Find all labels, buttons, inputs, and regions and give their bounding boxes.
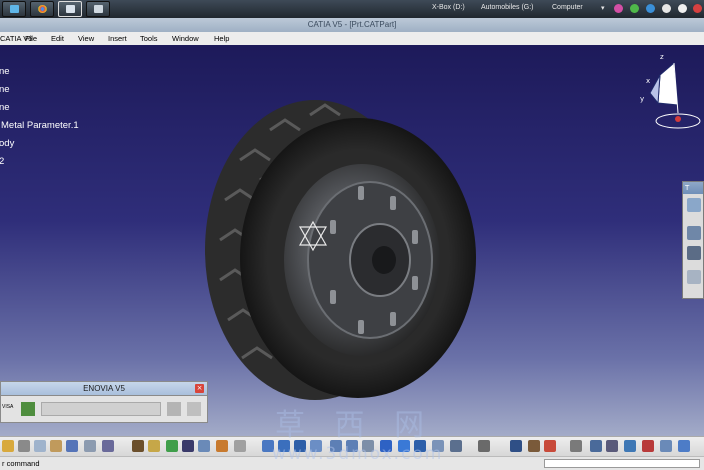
tray-expand-arrow[interactable]: ▾	[601, 4, 605, 12]
whats-this-icon[interactable]	[102, 440, 114, 452]
tray-bluetooth-icon[interactable]	[646, 4, 655, 13]
select-icon[interactable]	[216, 440, 228, 452]
coordinate-icon[interactable]	[590, 440, 602, 452]
measure-icon[interactable]	[166, 440, 178, 452]
floppy-icon	[94, 5, 103, 13]
explorer-icon	[10, 5, 19, 13]
enovia-toolbar-panel: ENOVIA V5 × VISA	[0, 381, 208, 423]
rotate-icon[interactable]	[310, 440, 322, 452]
plane-icon[interactable]	[544, 440, 556, 452]
zoom-in-icon[interactable]	[330, 440, 342, 452]
windows-taskbar: X-Box (D:) Automobiles (G:) Computer ▾	[0, 0, 704, 18]
taskbar-button-catia[interactable]	[58, 1, 82, 17]
analysis-icon[interactable]	[642, 440, 654, 452]
toolbar-sketch-icon[interactable]	[687, 198, 701, 212]
update-icon[interactable]	[478, 440, 490, 452]
pan-icon[interactable]	[294, 440, 306, 452]
numeric-scale-icon[interactable]	[606, 440, 618, 452]
tray-app-icon[interactable]	[614, 4, 623, 13]
chrome-icon	[38, 5, 47, 13]
toolbar-body-icon[interactable]	[687, 226, 701, 240]
cut-icon[interactable]	[18, 440, 30, 452]
enovia-visa-label: VISA	[2, 404, 14, 410]
swap-space-icon[interactable]	[450, 440, 462, 452]
iso-view-icon[interactable]	[380, 440, 392, 452]
axis-icon[interactable]	[570, 440, 582, 452]
toolbar-snap-icon[interactable]	[687, 270, 701, 284]
tree-item-plane-1[interactable]: ne	[0, 66, 10, 77]
zoom-out-icon[interactable]	[346, 440, 358, 452]
compass-label-x: x	[646, 77, 650, 85]
hide-show-icon[interactable]	[432, 440, 444, 452]
fly-icon[interactable]	[262, 440, 274, 452]
material-icon[interactable]	[528, 440, 540, 452]
menu-window[interactable]: Window	[172, 33, 199, 44]
menu-edit[interactable]: Edit	[51, 33, 64, 44]
catalog-icon[interactable]	[660, 440, 672, 452]
formula-icon[interactable]	[132, 440, 144, 452]
tray-power-icon[interactable]	[678, 4, 687, 13]
axis-system-icon[interactable]	[296, 219, 330, 253]
eraser-icon[interactable]	[678, 440, 690, 452]
redo-icon[interactable]	[84, 440, 96, 452]
drive-x-box[interactable]: X-Box (D:)	[432, 4, 465, 11]
taskbar-button-chrome[interactable]	[30, 1, 54, 17]
menu-view[interactable]: View	[78, 33, 94, 44]
menu-file[interactable]: File	[25, 33, 37, 44]
menu-help[interactable]: Help	[214, 33, 229, 44]
paste-icon[interactable]	[50, 440, 62, 452]
menu-insert[interactable]: Insert	[108, 33, 127, 44]
enovia-header[interactable]: ENOVIA V5 ×	[1, 382, 207, 396]
table-icon[interactable]	[182, 440, 194, 452]
right-floating-toolbar: T	[682, 181, 704, 299]
shading-icon[interactable]	[414, 440, 426, 452]
new-icon[interactable]	[2, 440, 14, 452]
toolbar-pattern-icon[interactable]	[687, 246, 701, 260]
tree-item-plane-3[interactable]: ne	[0, 102, 10, 113]
normal-view-icon[interactable]	[362, 440, 374, 452]
fit-all-icon[interactable]	[278, 440, 290, 452]
view-mode-icon[interactable]	[398, 440, 410, 452]
bottom-toolbar	[0, 436, 704, 457]
window-title-bar: CATIA V5 - [Prt.CATPart]	[0, 18, 704, 32]
enovia-settings-icon[interactable]	[187, 402, 201, 416]
hub-center	[372, 246, 396, 274]
undo-icon[interactable]	[66, 440, 78, 452]
status-bar: r command	[0, 456, 704, 470]
enovia-close-button[interactable]: ×	[195, 384, 204, 393]
tree-item-plane-2[interactable]: ne	[0, 84, 10, 95]
right-toolbar-title[interactable]: T	[683, 182, 703, 194]
tree-item-6[interactable]: 2	[0, 156, 4, 167]
status-text: r command	[2, 459, 40, 468]
window-title: CATIA V5 - [Prt.CATPart]	[307, 20, 397, 29]
taskbar-button-save[interactable]	[86, 1, 110, 17]
taskbar-button-explorer[interactable]	[2, 1, 26, 17]
tree-item-part-body[interactable]: ody	[0, 138, 14, 149]
enovia-refresh-icon[interactable]	[21, 402, 35, 416]
drive-automobiles[interactable]: Automobiles (G:)	[481, 4, 534, 11]
hide-icon[interactable]	[234, 440, 246, 452]
tray-close-icon[interactable]	[693, 4, 702, 13]
menu-tools[interactable]: Tools	[140, 33, 158, 44]
command-input[interactable]	[544, 459, 700, 468]
3d-viewport[interactable]: ne ne ne Metal Parameter.1 ody 2 z x y T	[0, 45, 704, 436]
tree-icon[interactable]	[198, 440, 210, 452]
copy-icon[interactable]	[34, 440, 46, 452]
computer-link[interactable]: Computer	[552, 4, 583, 11]
compass-widget[interactable]: z x y	[630, 53, 704, 133]
tray-network-icon[interactable]	[630, 4, 639, 13]
menu-bar: CATIA V5 File Edit View Insert Tools Win…	[0, 32, 704, 46]
tray-volume-icon[interactable]	[662, 4, 671, 13]
enovia-disabled-commands[interactable]	[41, 402, 161, 416]
enovia-help-icon[interactable]	[167, 402, 181, 416]
comment-icon[interactable]	[148, 440, 160, 452]
compass-label-y: y	[640, 95, 644, 103]
compass-label-z: z	[660, 53, 664, 61]
database-icon[interactable]	[624, 440, 636, 452]
enovia-title: ENOVIA V5	[83, 384, 125, 393]
tire-3d-model[interactable]	[180, 90, 500, 410]
tree-item-sheet-metal-parameter[interactable]: Metal Parameter.1	[1, 120, 79, 131]
catia-app-icon	[66, 5, 75, 13]
constraint-icon[interactable]	[510, 440, 522, 452]
